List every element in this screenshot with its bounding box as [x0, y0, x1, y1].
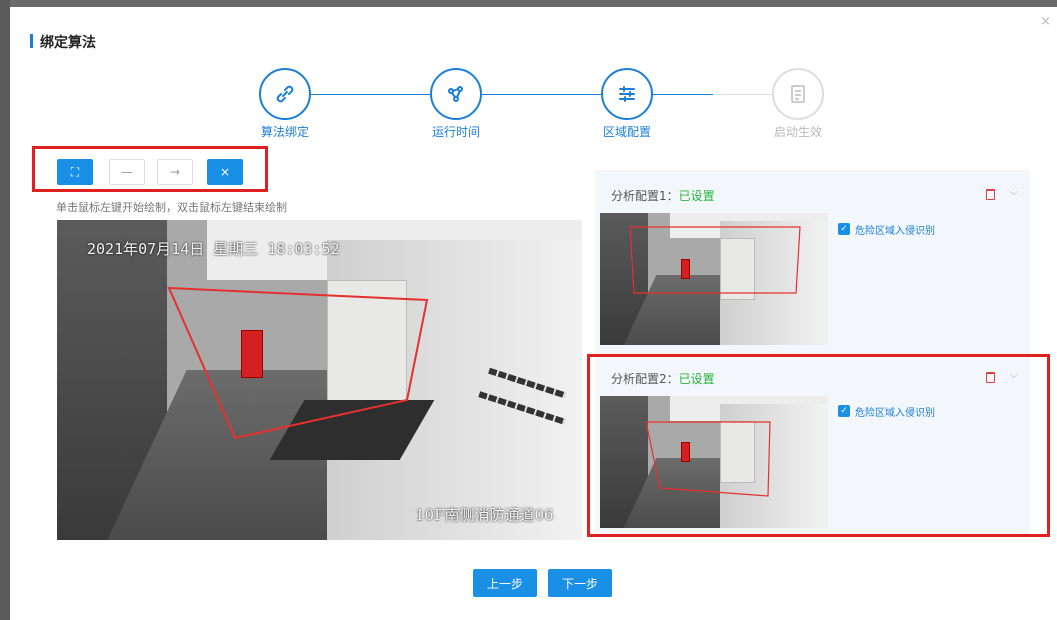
intrusion-checkbox[interactable]: ✓: [838, 405, 850, 417]
chevron-down-icon[interactable]: ⌵: [1010, 187, 1018, 198]
config-2-status: 已设置: [678, 372, 715, 386]
step-label: 区域配置: [602, 125, 651, 139]
title-accent-bar: [30, 34, 33, 48]
thumb-region-overlay: [645, 421, 771, 497]
config-1-thumbnail[interactable]: [600, 213, 828, 345]
step-connector: [311, 94, 430, 95]
step-connector: [653, 94, 713, 95]
prev-step-button[interactable]: 上一步: [473, 569, 537, 597]
fullscreen-button[interactable]: ⛶: [57, 159, 93, 185]
step-label: 启动生效: [773, 125, 822, 139]
intrusion-option-label: 危险区域入侵识别: [855, 408, 935, 419]
drawing-hint: 单击鼠标左键开始绘制，双击鼠标左键结束绘制: [56, 201, 287, 214]
next-step-button[interactable]: 下一步: [548, 569, 612, 597]
draw-arrow-button[interactable]: →: [157, 159, 193, 185]
step-run-time[interactable]: [430, 68, 482, 120]
camera-location-label: 10F南侧消防通道06: [415, 506, 554, 524]
config-2-thumbnail[interactable]: [600, 396, 828, 528]
config-2-title: 分析配置2：: [611, 372, 679, 386]
close-icon: ×: [219, 165, 231, 179]
config-1-status: 已设置: [678, 189, 715, 203]
schedule-icon: [448, 86, 463, 102]
window-frame-top: [0, 0, 1057, 7]
window-frame-left: [0, 0, 10, 620]
arrow-right-icon: →: [169, 165, 181, 179]
thumb-region-overlay: [629, 226, 801, 294]
step-label: 算法绑定: [260, 125, 309, 139]
draw-line-button[interactable]: —: [109, 159, 145, 185]
trash-icon[interactable]: [986, 372, 995, 383]
line-icon: —: [121, 165, 133, 179]
document-icon: [791, 85, 805, 103]
step-connector: [713, 94, 772, 95]
camera-canvas[interactable]: 2021年07月14日 星期三 18:03:52 10F南侧消防通道06: [57, 220, 582, 540]
step-algorithm-binding[interactable]: [259, 68, 311, 120]
close-icon[interactable]: ×: [1040, 14, 1051, 29]
drawn-region-overlay: [167, 286, 429, 440]
config-2-header: 分析配置2：已设置: [611, 370, 715, 387]
sliders-icon: [619, 86, 635, 102]
chevron-down-icon[interactable]: ⌵: [1010, 370, 1018, 381]
intrusion-option-label: 危险区域入侵识别: [855, 226, 935, 237]
step-area-config[interactable]: [601, 68, 653, 120]
step-label: 运行时间: [431, 125, 480, 139]
link-icon: [276, 85, 294, 103]
step-connector: [482, 94, 601, 95]
step-activate[interactable]: [772, 68, 824, 120]
intrusion-checkbox[interactable]: ✓: [838, 223, 850, 235]
dialog-title: 绑定算法: [40, 35, 96, 51]
trash-icon[interactable]: [986, 189, 995, 200]
config-1-title: 分析配置1：: [611, 189, 679, 203]
camera-timestamp: 2021年07月14日 星期三 18:03:52: [87, 240, 340, 258]
fullscreen-icon: ⛶: [70, 164, 80, 179]
config-1-header: 分析配置1：已设置: [611, 187, 715, 204]
clear-drawing-button[interactable]: ×: [207, 159, 243, 185]
